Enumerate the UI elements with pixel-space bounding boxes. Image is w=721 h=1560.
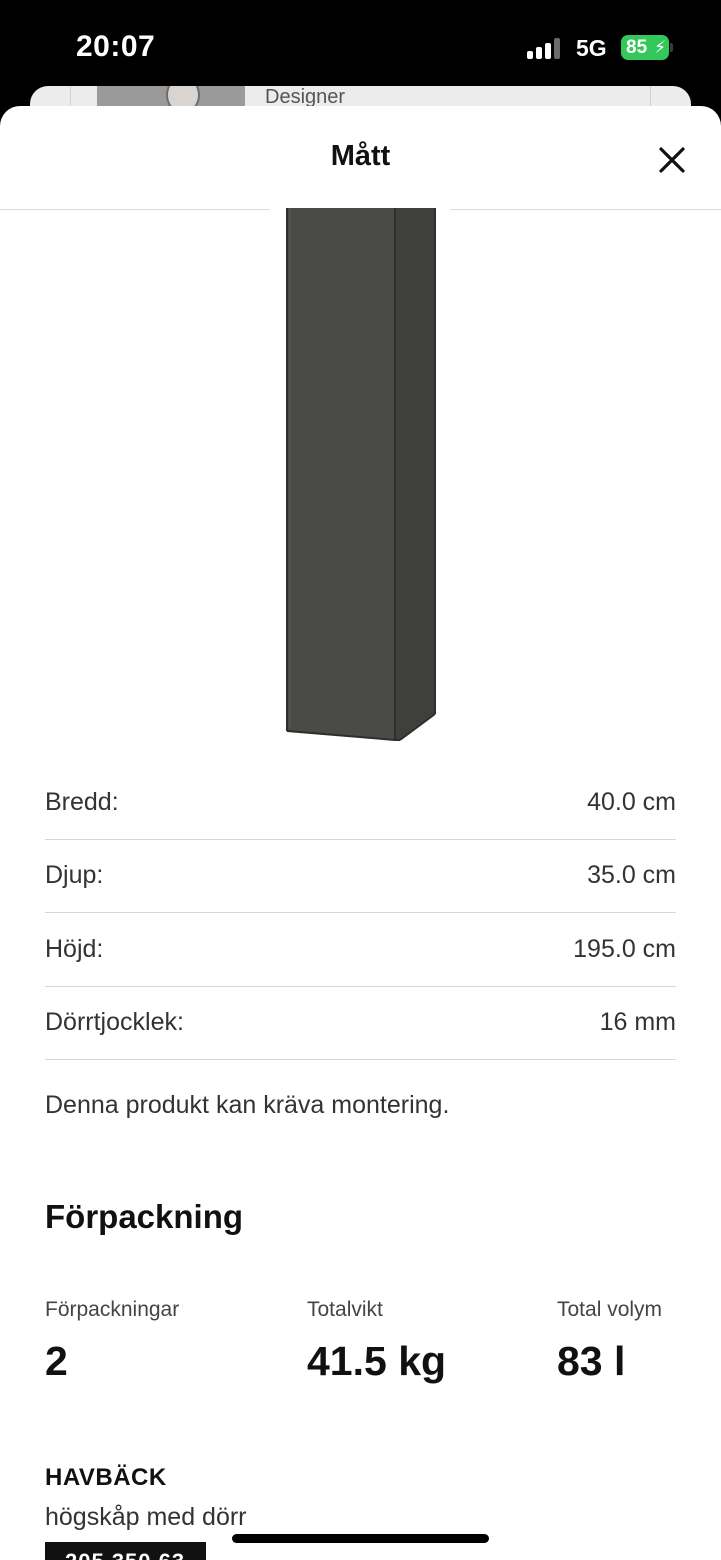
dimension-row-width: Bredd: 40.0 cm [45, 766, 676, 840]
product-image [270, 208, 450, 744]
packaging-stat-value: 41.5 kg [307, 1338, 447, 1384]
charging-bolt-icon: ⚡ [654, 38, 666, 57]
packaging-stat-value: 83 l [557, 1338, 626, 1384]
dimension-value: 16 mm [599, 1008, 676, 1037]
package-product-name: HAVBÄCK [45, 1464, 167, 1491]
packaging-total-volume: Total volym 83 l [557, 1298, 662, 1385]
close-button[interactable] [648, 136, 696, 184]
battery-icon: 85 ⚡ [621, 35, 673, 60]
status-time: 20:07 [76, 30, 156, 63]
dimensions-list: Bredd: 40.0 cm Djup: 35.0 cm Höjd: 195.0… [45, 766, 676, 1060]
dimension-row-depth: Djup: 35.0 cm [45, 840, 676, 913]
package-product-description: högskåp med dörr [45, 1503, 247, 1531]
dimension-value: 195.0 cm [573, 934, 676, 963]
dimension-label: Dörrtjocklek: [45, 1008, 184, 1037]
sheet-title: Mått [330, 140, 391, 172]
signal-icon [527, 37, 565, 59]
packaging-stat-label: Förpackningar [45, 1298, 180, 1321]
packaging-stat-label: Totalvikt [307, 1298, 383, 1321]
sheet-header: Mått [0, 106, 721, 210]
battery-level: 85 [626, 37, 648, 58]
home-indicator[interactable] [232, 1534, 489, 1543]
dimension-value: 35.0 cm [587, 861, 676, 890]
dimension-value: 40.0 cm [587, 787, 676, 816]
dimension-row-height: Höjd: 195.0 cm [45, 913, 676, 987]
dimension-label: Djup: [45, 861, 104, 890]
packaging-stat-value: 2 [45, 1338, 68, 1384]
dimension-row-door-thickness: Dörrtjocklek: 16 mm [45, 987, 676, 1060]
packaging-count: Förpackningar 2 [45, 1298, 179, 1385]
assembly-note: Denna produkt kan kräva montering. [45, 1091, 450, 1119]
packaging-title: Förpackning [45, 1198, 244, 1235]
close-icon [659, 147, 685, 173]
status-bar: 20:07 5G 85 ⚡ [0, 0, 721, 90]
dimension-label: Bredd: [45, 787, 119, 816]
network-type: 5G [576, 35, 607, 61]
dimensions-sheet: Mått Bredd: 40.0 cm Djup: 35.0 cm Höjd: [0, 106, 721, 1560]
packaging-stat-label: Total volym [557, 1298, 663, 1321]
article-number-badge: 205.350.63 [45, 1542, 206, 1560]
dimension-label: Höjd: [45, 934, 104, 963]
packaging-total-weight: Totalvikt 41.5 kg [307, 1298, 446, 1385]
